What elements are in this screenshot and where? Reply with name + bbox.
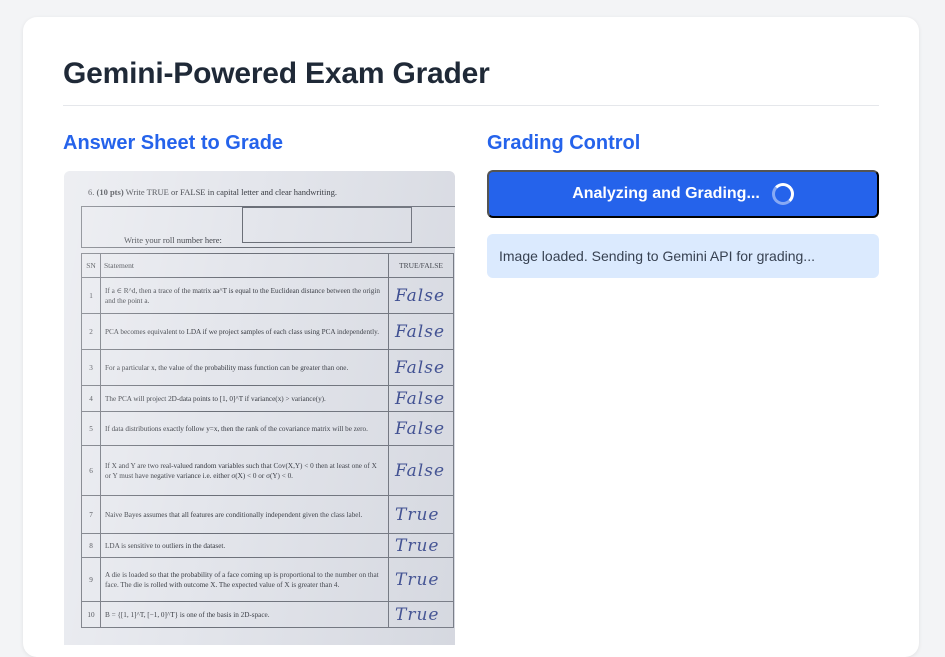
analyze-grade-button[interactable]: Analyzing and Grading... [487, 170, 879, 218]
handwritten-answer: False [388, 411, 454, 446]
question-header: 6. (10 pts) Write TRUE or FALSE in capit… [88, 187, 337, 197]
row-sn: 2 [81, 313, 101, 350]
table-row: 6 If X and Y are two real-valued random … [81, 445, 454, 496]
handwritten-answer: True [388, 533, 454, 558]
status-message-text: Image loaded. Sending to Gemini API for … [499, 248, 815, 264]
loading-spinner-icon [771, 183, 794, 205]
handwritten-answer: True [388, 601, 454, 628]
title-divider [63, 105, 879, 106]
handwritten-answer: False [388, 349, 454, 386]
row-sn: 9 [81, 557, 101, 602]
column-header-true-false: TRUE/FALSE [388, 253, 454, 278]
handwritten-answer: True [388, 495, 454, 534]
row-statement: A die is loaded so that the probability … [100, 557, 389, 602]
handwritten-answer: False [388, 445, 454, 496]
row-sn: 8 [81, 533, 101, 558]
handwritten-answer: True [388, 557, 454, 602]
grading-control-heading: Grading Control [487, 132, 641, 154]
table-row: 10 B = {[1, 1]^T, [−1, 0]^T} is one of t… [81, 601, 454, 628]
row-statement: If a ∈ R^d, then a trace of the matrix a… [100, 277, 389, 314]
row-statement: Naive Bayes assumes that all features ar… [100, 495, 389, 534]
table-row: 2 PCA becomes equivalent to LDA if we pr… [81, 313, 454, 350]
table-row: 3 For a particular x, the value of the p… [81, 349, 454, 386]
answer-table-header: SN Statement TRUE/FALSE [81, 253, 454, 278]
row-statement: If data distributions exactly follow y=x… [100, 411, 389, 446]
page-title: Gemini-Powered Exam Grader [63, 57, 490, 90]
answer-sheet-heading: Answer Sheet to Grade [63, 132, 284, 154]
table-row: 7 Naive Bayes assumes that all features … [81, 495, 454, 534]
question-text: Write TRUE or FALSE in capital letter an… [125, 187, 337, 197]
question-number: 6. [88, 187, 95, 197]
handwritten-answer: False [388, 277, 454, 314]
row-sn: 1 [81, 277, 101, 314]
row-sn: 10 [81, 601, 101, 628]
table-row: 8 LDA is sensitive to outliers in the da… [81, 533, 454, 558]
question-points: (10 pts) [96, 187, 124, 197]
row-statement: B = {[1, 1]^T, [−1, 0]^T} is one of the … [100, 601, 389, 628]
row-sn: 6 [81, 445, 101, 496]
status-message: Image loaded. Sending to Gemini API for … [487, 234, 879, 278]
row-sn: 4 [81, 385, 101, 412]
handwritten-answer: False [388, 385, 454, 412]
table-row: 5 If data distributions exactly follow y… [81, 411, 454, 446]
table-row: 1 If a ∈ R^d, then a trace of the matrix… [81, 277, 454, 314]
table-row: 4 The PCA will project 2D-data points to… [81, 385, 454, 412]
handwritten-answer: False [388, 313, 454, 350]
table-row: 9 A die is loaded so that the probabilit… [81, 557, 454, 602]
row-sn: 7 [81, 495, 101, 534]
row-statement: If X and Y are two real-valued random va… [100, 445, 389, 496]
column-header-statement: Statement [100, 253, 389, 278]
roll-number-label: Write your roll number here: [124, 235, 222, 245]
roll-number-field [242, 207, 412, 243]
main-card: Gemini-Powered Exam Grader Answer Sheet … [23, 17, 919, 657]
row-statement: For a particular x, the value of the pro… [100, 349, 389, 386]
row-statement: LDA is sensitive to outliers in the data… [100, 533, 389, 558]
answer-sheet-image: 6. (10 pts) Write TRUE or FALSE in capit… [64, 171, 455, 645]
answer-table: SN Statement TRUE/FALSE 1 If a ∈ R^d, th… [81, 253, 454, 628]
row-sn: 3 [81, 349, 101, 386]
column-header-sn: SN [81, 253, 101, 278]
row-sn: 5 [81, 411, 101, 446]
row-statement: The PCA will project 2D-data points to [… [100, 385, 389, 412]
row-statement: PCA becomes equivalent to LDA if we proj… [100, 313, 389, 350]
analyze-grade-button-label: Analyzing and Grading... [572, 185, 760, 202]
